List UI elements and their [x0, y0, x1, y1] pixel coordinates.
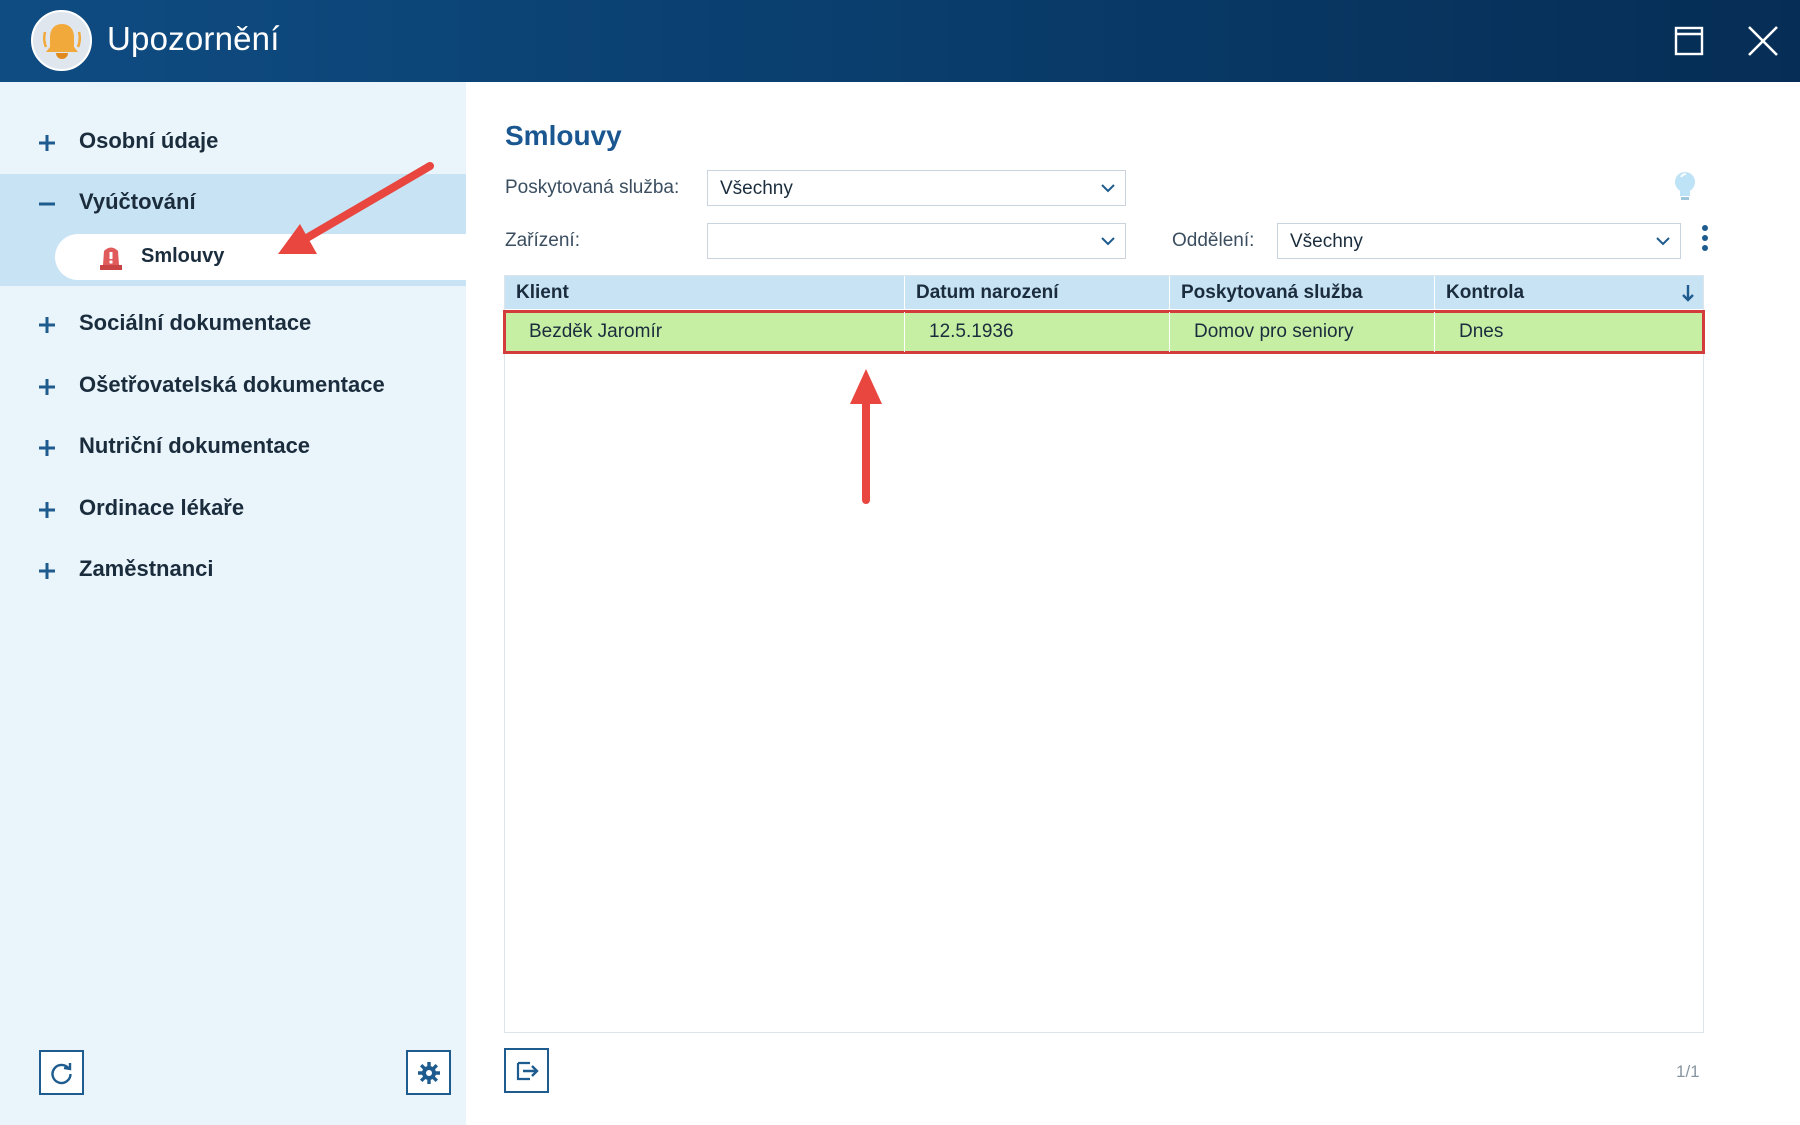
- minus-icon[interactable]: [36, 193, 58, 215]
- bell-icon: [31, 10, 92, 71]
- chevron-down-icon: [1656, 237, 1670, 246]
- refresh-icon: [51, 1063, 72, 1085]
- sidebar-item-vyuctovani[interactable]: Vyúčtování: [0, 174, 466, 232]
- plus-icon[interactable]: [36, 499, 58, 521]
- pager-text: 1/1: [1676, 1062, 1700, 1081]
- sidebar-subitem-smlouvy[interactable]: Smlouvy: [55, 234, 466, 280]
- sidebar-item-label: Nutriční dokumentace: [79, 433, 311, 458]
- gear-icon: [418, 1062, 440, 1084]
- close-icon[interactable]: [1740, 18, 1786, 64]
- sidebar-item-label: Vyúčtování: [79, 189, 196, 214]
- service-select-value: Všechny: [720, 178, 793, 199]
- lightbulb-icon[interactable]: [1673, 170, 1697, 204]
- sidebar-item-socialni-dokumentace[interactable]: Sociální dokumentace: [0, 295, 466, 353]
- page-title: Smlouvy: [505, 120, 622, 151]
- more-options-icon[interactable]: [1699, 225, 1711, 257]
- column-header-poskytovana-sluzba[interactable]: Poskytovaná služba: [1170, 276, 1435, 309]
- column-header-klient[interactable]: Klient: [505, 276, 905, 309]
- sidebar-item-label: Osobní údaje: [79, 128, 219, 153]
- cell-klient: Bezděk Jaromír: [505, 312, 905, 352]
- facility-filter-label: Zařízení:: [505, 230, 580, 251]
- plus-icon[interactable]: [36, 376, 58, 398]
- chevron-down-icon: [1101, 184, 1115, 193]
- sidebar-item-label: Sociální dokumentace: [79, 310, 312, 335]
- main-panel: Smlouvy Poskytovaná služba: Všechny Zaří…: [466, 82, 1800, 1125]
- cell-datum-narozeni: 12.5.1936: [905, 312, 1170, 352]
- refresh-button[interactable]: [39, 1050, 84, 1095]
- export-icon: [516, 1061, 539, 1081]
- plus-icon[interactable]: [36, 132, 58, 154]
- service-select[interactable]: Všechny: [707, 170, 1126, 206]
- plus-icon[interactable]: [36, 314, 58, 336]
- title-bar: Upozornění: [0, 0, 1800, 82]
- cell-kontrola: Dnes: [1459, 321, 1504, 342]
- plus-icon[interactable]: [36, 560, 58, 582]
- plus-icon[interactable]: [36, 437, 58, 459]
- export-button[interactable]: [504, 1048, 549, 1093]
- column-header-kontrola[interactable]: Kontrola: [1435, 276, 1703, 309]
- contracts-table: Klient Datum narození Poskytovaná služba…: [503, 275, 1705, 1033]
- sidebar-item-label: Ošetřovatelská dokumentace: [79, 372, 385, 397]
- department-select-value: Všechny: [1290, 231, 1363, 252]
- sidebar-subitem-label: Smlouvy: [141, 245, 225, 267]
- column-header-datum-narozeni[interactable]: Datum narození: [905, 276, 1170, 309]
- maximize-icon[interactable]: [1666, 18, 1712, 64]
- sidebar-item-osobni-udaje[interactable]: Osobní údaje: [0, 113, 466, 171]
- sidebar-item-label: Zaměstnanci: [79, 556, 214, 581]
- window-title: Upozornění: [107, 20, 280, 57]
- sidebar-item-osetrovatelska-dokumentace[interactable]: Ošetřovatelská dokumentace: [0, 357, 466, 415]
- sidebar-item-zamestnanci[interactable]: Zaměstnanci: [0, 541, 466, 599]
- department-filter-label: Oddělení:: [1172, 230, 1255, 251]
- settings-button[interactable]: [406, 1050, 451, 1095]
- department-select[interactable]: Všechny: [1277, 223, 1681, 259]
- sort-descending-icon[interactable]: [1681, 284, 1695, 302]
- cell-poskytovana-sluzba: Domov pro seniory: [1170, 312, 1435, 352]
- alarm-light-icon: [100, 247, 122, 270]
- sidebar-item-ordinace-lekare[interactable]: Ordinace lékaře: [0, 480, 466, 538]
- table-row[interactable]: Bezděk Jaromír 12.5.1936 Domov pro senio…: [503, 310, 1705, 354]
- sidebar-item-label: Ordinace lékaře: [79, 495, 245, 520]
- table-header: Klient Datum narození Poskytovaná služba…: [505, 276, 1703, 309]
- chevron-down-icon: [1101, 237, 1115, 246]
- sidebar-item-nutricni-dokumentace[interactable]: Nutriční dokumentace: [0, 418, 466, 476]
- service-filter-label: Poskytovaná služba:: [505, 177, 680, 198]
- sidebar: Osobní údaje Vyúčtování Smlouvy Sociální…: [0, 82, 466, 1125]
- facility-select[interactable]: [707, 223, 1126, 259]
